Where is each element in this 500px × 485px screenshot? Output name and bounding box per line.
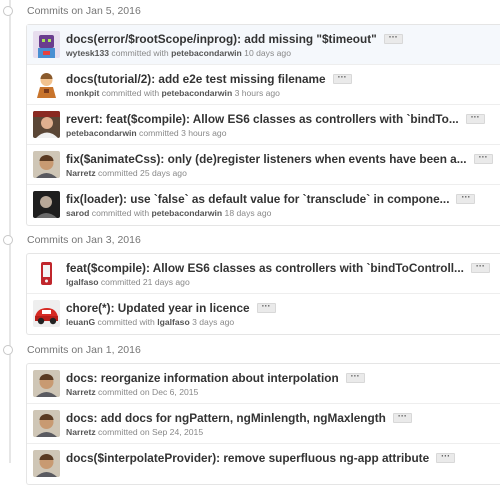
commit-time: 10 days ago bbox=[241, 48, 291, 58]
commit-time: committed on Sep 24, 2015 bbox=[95, 427, 204, 437]
commit-list: docs: reorganize information about inter… bbox=[26, 363, 500, 485]
group-date: Commits on Jan 5, 2016 bbox=[27, 5, 141, 17]
commit-meta: monkpit committed with petebacondarwin 3… bbox=[66, 88, 280, 98]
commit-message-link[interactable]: docs($interpolateProvider): remove super… bbox=[66, 451, 429, 465]
commit-meta: Narretz committed on Dec 6, 2015 bbox=[66, 387, 198, 397]
expand-message-button[interactable]: ··· bbox=[470, 261, 490, 273]
expand-message-button[interactable]: ··· bbox=[473, 152, 493, 164]
group-date: Commits on Jan 1, 2016 bbox=[27, 344, 141, 356]
commit-row: docs(tutorial/2): add e2e test missing f… bbox=[27, 65, 500, 105]
meta-connector: committed with bbox=[95, 317, 158, 327]
meta-connector: committed with bbox=[89, 208, 152, 218]
commit-time: committed on Dec 6, 2015 bbox=[95, 387, 199, 397]
author-link[interactable]: lgalfaso bbox=[66, 277, 98, 287]
committer-link[interactable]: petebacondarwin bbox=[162, 88, 233, 98]
commit-meta: Narretz committed on Sep 24, 2015 bbox=[66, 427, 203, 437]
robot-avatar-icon[interactable] bbox=[33, 31, 60, 58]
commit-row: chore(*): Updated year in licence ··· leu… bbox=[27, 294, 500, 334]
commit-meta: petebacondarwin committed 3 hours ago bbox=[66, 128, 226, 138]
expand-message-button[interactable]: ··· bbox=[256, 301, 276, 313]
expand-message-button[interactable]: ··· bbox=[465, 112, 485, 124]
commit-meta: wytesk133 committed with petebacondarwin… bbox=[66, 48, 291, 58]
commit-row: docs: reorganize information about inter… bbox=[27, 364, 500, 404]
commit-message-link[interactable]: docs: reorganize information about inter… bbox=[66, 371, 339, 385]
commit-dot-icon bbox=[3, 345, 13, 355]
meta-connector: committed with bbox=[99, 88, 162, 98]
expand-message-button[interactable]: ··· bbox=[383, 32, 403, 44]
person-avatar-icon[interactable] bbox=[33, 191, 60, 218]
committer-link[interactable]: lgalfaso bbox=[157, 317, 189, 327]
person-avatar-icon[interactable] bbox=[33, 410, 60, 437]
commit-time: 18 days ago bbox=[222, 208, 272, 218]
commit-list: docs(error/$rootScope/inprog): add missi… bbox=[26, 24, 500, 226]
author-link[interactable]: leuanG bbox=[66, 317, 95, 327]
expand-message-button[interactable]: ··· bbox=[436, 451, 456, 463]
person-avatar-icon[interactable] bbox=[33, 370, 60, 397]
expand-message-button[interactable]: ··· bbox=[345, 371, 365, 383]
author-link[interactable]: petebacondarwin bbox=[66, 128, 137, 138]
commit-row: docs(error/$rootScope/inprog): add missi… bbox=[27, 25, 500, 65]
author-link[interactable]: sarod bbox=[66, 208, 89, 218]
commit-row: docs($interpolateProvider): remove super… bbox=[27, 444, 500, 484]
commit-time: 3 hours ago bbox=[232, 88, 280, 98]
expand-message-button[interactable]: ··· bbox=[456, 192, 476, 204]
car-avatar-icon[interactable] bbox=[33, 300, 60, 327]
expand-message-button[interactable]: ··· bbox=[392, 411, 412, 423]
group-date: Commits on Jan 3, 2016 bbox=[27, 234, 141, 246]
commit-time: committed 21 days ago bbox=[98, 277, 190, 287]
commit-time: committed 25 days ago bbox=[95, 168, 187, 178]
author-link[interactable]: Narretz bbox=[66, 168, 96, 178]
commit-message-link[interactable]: docs: add docs for ngPattern, ngMinlengt… bbox=[66, 411, 386, 425]
committer-link[interactable]: petebacondarwin bbox=[152, 208, 223, 218]
commit-message-link[interactable]: fix($animateCss): only (de)register list… bbox=[66, 152, 467, 166]
author-link[interactable]: monkpit bbox=[66, 88, 99, 98]
commit-dot-icon bbox=[3, 6, 13, 16]
commit-message-link[interactable]: fix(loader): use `false` as default valu… bbox=[66, 192, 449, 206]
person-avatar-icon[interactable] bbox=[33, 151, 60, 178]
person-avatar-icon[interactable] bbox=[33, 111, 60, 138]
commit-time: 3 days ago bbox=[189, 317, 235, 327]
commit-meta: leuanG committed with lgalfaso 3 days ag… bbox=[66, 317, 234, 327]
author-link[interactable]: Narretz bbox=[66, 387, 96, 397]
group-header: Commits on Jan 5, 2016 bbox=[0, 0, 500, 22]
expand-message-button[interactable]: ··· bbox=[332, 72, 352, 84]
monk-avatar-icon[interactable] bbox=[33, 71, 60, 98]
commit-message-link[interactable]: revert: feat($compile): Allow ES6 classe… bbox=[66, 112, 459, 126]
commit-dot-icon bbox=[3, 235, 13, 245]
phone-avatar-icon[interactable] bbox=[33, 260, 60, 287]
commit-meta: sarod committed with petebacondarwin 18 … bbox=[66, 208, 271, 218]
meta-connector: committed with bbox=[109, 48, 172, 58]
commit-meta: Narretz committed 25 days ago bbox=[66, 168, 187, 178]
committer-link[interactable]: petebacondarwin bbox=[171, 48, 242, 58]
commit-row: fix(loader): use `false` as default valu… bbox=[27, 185, 500, 225]
commit-message-link[interactable]: feat($compile): Allow ES6 classes as con… bbox=[66, 261, 464, 275]
commit-row: docs: add docs for ngPattern, ngMinlengt… bbox=[27, 404, 500, 444]
commit-row: fix($animateCss): only (de)register list… bbox=[27, 145, 500, 185]
commit-message-link[interactable]: docs(tutorial/2): add e2e test missing f… bbox=[66, 72, 326, 86]
person-avatar-icon[interactable] bbox=[33, 450, 60, 477]
author-link[interactable]: wytesk133 bbox=[66, 48, 109, 58]
group-header: Commits on Jan 1, 2016 bbox=[0, 339, 500, 361]
commit-row: feat($compile): Allow ES6 classes as con… bbox=[27, 254, 500, 294]
group-header: Commits on Jan 3, 2016 bbox=[0, 229, 500, 251]
commit-meta: lgalfaso committed 21 days ago bbox=[66, 277, 190, 287]
commit-row: revert: feat($compile): Allow ES6 classe… bbox=[27, 105, 500, 145]
commit-time: committed 3 hours ago bbox=[136, 128, 227, 138]
commit-list: feat($compile): Allow ES6 classes as con… bbox=[26, 253, 500, 335]
commit-message-link[interactable]: chore(*): Updated year in licence bbox=[66, 301, 250, 315]
author-link[interactable]: Narretz bbox=[66, 427, 96, 437]
commit-message-link[interactable]: docs(error/$rootScope/inprog): add missi… bbox=[66, 32, 377, 46]
